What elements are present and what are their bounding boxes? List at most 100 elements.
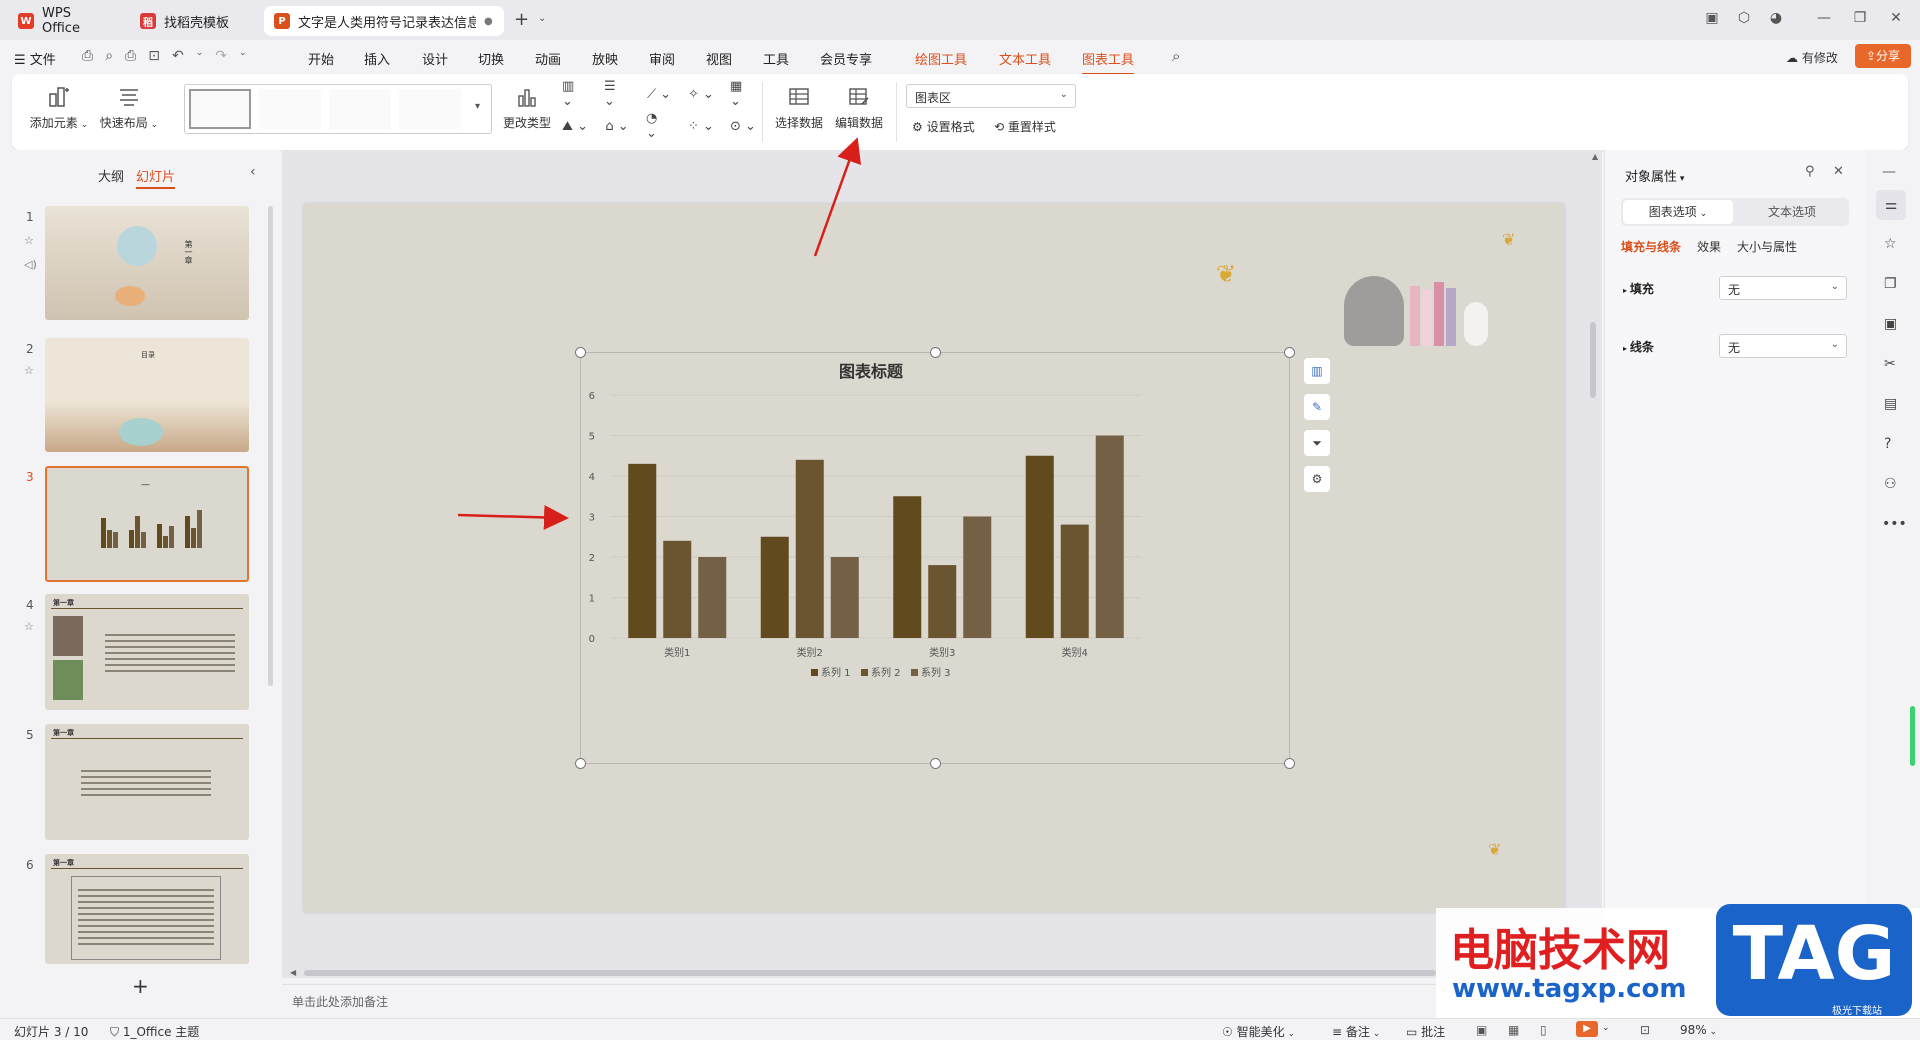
resize-handle[interactable]	[930, 758, 941, 769]
tab-chart-options[interactable]: 图表选项 ⌄	[1623, 200, 1733, 224]
layout-icon[interactable]: ▣	[1702, 10, 1722, 26]
set-format-button[interactable]: ⚙ 设置格式	[912, 118, 975, 135]
theme-name[interactable]: ⛉ 1_Office 主题	[110, 1023, 199, 1040]
bubble-chart-icon[interactable]: ⊙ ⌄	[730, 116, 756, 136]
chart-elements-button[interactable]: ▥	[1304, 358, 1330, 384]
change-type-button[interactable]: 更改类型	[500, 84, 554, 131]
close-window-icon[interactable]: ✕	[1886, 10, 1906, 26]
slideshow-options-icon[interactable]: ⌄	[1602, 1023, 1610, 1033]
chart-style-3[interactable]	[329, 89, 391, 129]
pie-chart-icon[interactable]: ◔ ⌄	[646, 111, 672, 141]
line-chart-icon[interactable]: ⟋ ⌄	[646, 84, 672, 104]
chart-style-4[interactable]	[399, 89, 461, 129]
tab-list-chevron-icon[interactable]: ⌄	[538, 13, 546, 24]
copy-rail-icon[interactable]: ❐	[1884, 276, 1897, 292]
subtab-size-properties[interactable]: 大小与属性	[1737, 238, 1797, 255]
chart-style-1[interactable]	[189, 89, 251, 129]
menu-text-tools[interactable]: 文本工具	[999, 49, 1051, 68]
fit-window-icon[interactable]: ⊡	[1640, 1023, 1650, 1037]
line-select[interactable]: 无 ⌄	[1719, 334, 1847, 358]
chart-style-2[interactable]	[259, 89, 321, 129]
slide-thumbnail-4[interactable]: 第一章	[45, 594, 249, 710]
tab-docer-templates[interactable]: 稻 找稻壳模板	[130, 6, 258, 36]
tab-slides[interactable]: 幻灯片	[136, 166, 176, 189]
tools-rail-icon[interactable]: ✂	[1884, 356, 1896, 372]
quick-layout-button[interactable]: 快速布局 ⌄	[98, 84, 160, 131]
image-rail-icon[interactable]: ▣	[1884, 316, 1897, 332]
menu-chart-tools[interactable]: 图表工具	[1082, 49, 1135, 75]
menu-tools[interactable]: 工具	[763, 49, 789, 68]
resize-handle[interactable]	[1284, 347, 1295, 358]
line-section-toggle[interactable]: ▸ 线条	[1623, 338, 1654, 355]
menu-insert[interactable]: 插入	[364, 49, 390, 68]
add-slide-button[interactable]: +	[132, 974, 149, 998]
slide-thumbnail-6[interactable]: 第一章	[45, 854, 249, 964]
play-slideshow-icon[interactable]: ▶	[1576, 1021, 1598, 1037]
new-tab-icon[interactable]: +	[514, 9, 529, 30]
chart-object[interactable]: 图表标题 0 1 2 3 4 5 6 类别1 类别2 类别3 类别4 系列 1 系列 2 系列 3	[580, 352, 1290, 764]
tab-outline[interactable]: 大纲	[98, 166, 124, 185]
thumbnails-scrollbar[interactable]	[268, 206, 273, 686]
collapse-panel-icon[interactable]: ‹	[250, 164, 256, 180]
revision-status[interactable]: ☁ 有修改	[1786, 49, 1838, 66]
avatar[interactable]: ◕	[1766, 10, 1786, 26]
print-icon[interactable]: ⎙	[125, 48, 136, 64]
table-chart-icon[interactable]: ▦ ⌄	[730, 79, 756, 109]
select-data-button[interactable]: 选择数据	[772, 84, 826, 131]
menu-home[interactable]: 开始	[308, 49, 334, 68]
menu-slideshow[interactable]: 放映	[592, 49, 618, 68]
column-chart-icon[interactable]: ▥ ⌄	[562, 79, 588, 109]
slide-thumbnail-5[interactable]: 第一章	[45, 724, 249, 840]
menu-transition[interactable]: 切换	[478, 49, 504, 68]
menu-review[interactable]: 审阅	[649, 49, 675, 68]
menu-view[interactable]: 视图	[706, 49, 732, 68]
slide-thumbnail-2[interactable]: 目录	[45, 338, 249, 452]
scatter-chart-icon[interactable]: ⁘ ⌄	[688, 116, 714, 136]
smart-beautify-button[interactable]: ☉ 智能美化 ⌄	[1222, 1023, 1295, 1040]
zoom-level[interactable]: 98% ⌄	[1680, 1023, 1717, 1037]
tab-current-document[interactable]: P 文字是人类用符号记录表达信息以… ●	[264, 6, 504, 36]
minimize-rail-icon[interactable]: —	[1882, 164, 1896, 180]
reading-view-icon[interactable]: ▯	[1540, 1023, 1547, 1037]
stock-chart-icon[interactable]: ⌂ ⌄	[604, 116, 630, 136]
restore-icon[interactable]: ❐	[1850, 10, 1870, 26]
minimize-icon[interactable]: —	[1814, 10, 1834, 26]
notes-toggle[interactable]: ≡ 备注 ⌄	[1332, 1023, 1380, 1040]
subtab-effects[interactable]: 效果	[1697, 238, 1721, 255]
notes-area[interactable]: 单击此处添加备注	[282, 984, 1602, 1016]
canvas-vertical-scrollbar[interactable]	[1590, 322, 1596, 398]
resize-handle[interactable]	[575, 347, 586, 358]
menu-design[interactable]: 设计	[422, 49, 448, 68]
format-painter-icon[interactable]: ⌕	[105, 48, 113, 64]
close-panel-icon[interactable]: ✕	[1833, 164, 1844, 179]
comments-toggle[interactable]: ▭ 批注	[1406, 1023, 1445, 1040]
scroll-up-icon[interactable]: ▲	[1592, 152, 1598, 161]
menu-animation[interactable]: 动画	[535, 49, 561, 68]
radar-chart-icon[interactable]: ✧ ⌄	[688, 84, 714, 104]
tab-text-options[interactable]: 文本选项	[1737, 200, 1847, 224]
shirt-rail-icon[interactable]: ⚇	[1884, 476, 1897, 492]
book-rail-icon[interactable]: ▤	[1884, 396, 1897, 412]
tab-wps-office[interactable]: W WPS Office	[8, 6, 122, 36]
panel-title[interactable]: 对象属性 ▾	[1625, 166, 1684, 185]
redo-icon[interactable]: ↷	[215, 48, 227, 64]
cube-icon[interactable]: ⬡	[1734, 10, 1754, 26]
menu-member[interactable]: 会员专享	[820, 49, 872, 68]
undo-icon[interactable]: ↶	[172, 48, 184, 64]
scroll-left-icon[interactable]: ◀	[290, 968, 296, 977]
resize-handle[interactable]	[1284, 758, 1295, 769]
menu-drawing-tools[interactable]: 绘图工具	[915, 49, 967, 68]
chart-style-brush-button[interactable]: ✎	[1304, 394, 1330, 420]
more-rail-icon[interactable]: •••	[1882, 516, 1907, 532]
fill-section-toggle[interactable]: ▸ 填充	[1623, 280, 1654, 297]
undo-dropdown-icon[interactable]: ⌄	[196, 48, 204, 64]
star-rail-icon[interactable]: ☆	[1884, 236, 1897, 252]
resize-handle[interactable]	[575, 758, 586, 769]
gallery-expand-icon[interactable]: ▾	[475, 101, 480, 112]
more-chevron-icon[interactable]: ⌄	[239, 48, 247, 64]
reset-style-button[interactable]: ⟲ 重置样式	[994, 118, 1056, 135]
area-chart-icon[interactable]: ⛰ ⌄	[562, 116, 588, 136]
edit-data-button[interactable]: 编辑数据	[832, 84, 886, 131]
share-button[interactable]: ⇪分享	[1855, 44, 1911, 68]
resize-handle[interactable]	[930, 347, 941, 358]
